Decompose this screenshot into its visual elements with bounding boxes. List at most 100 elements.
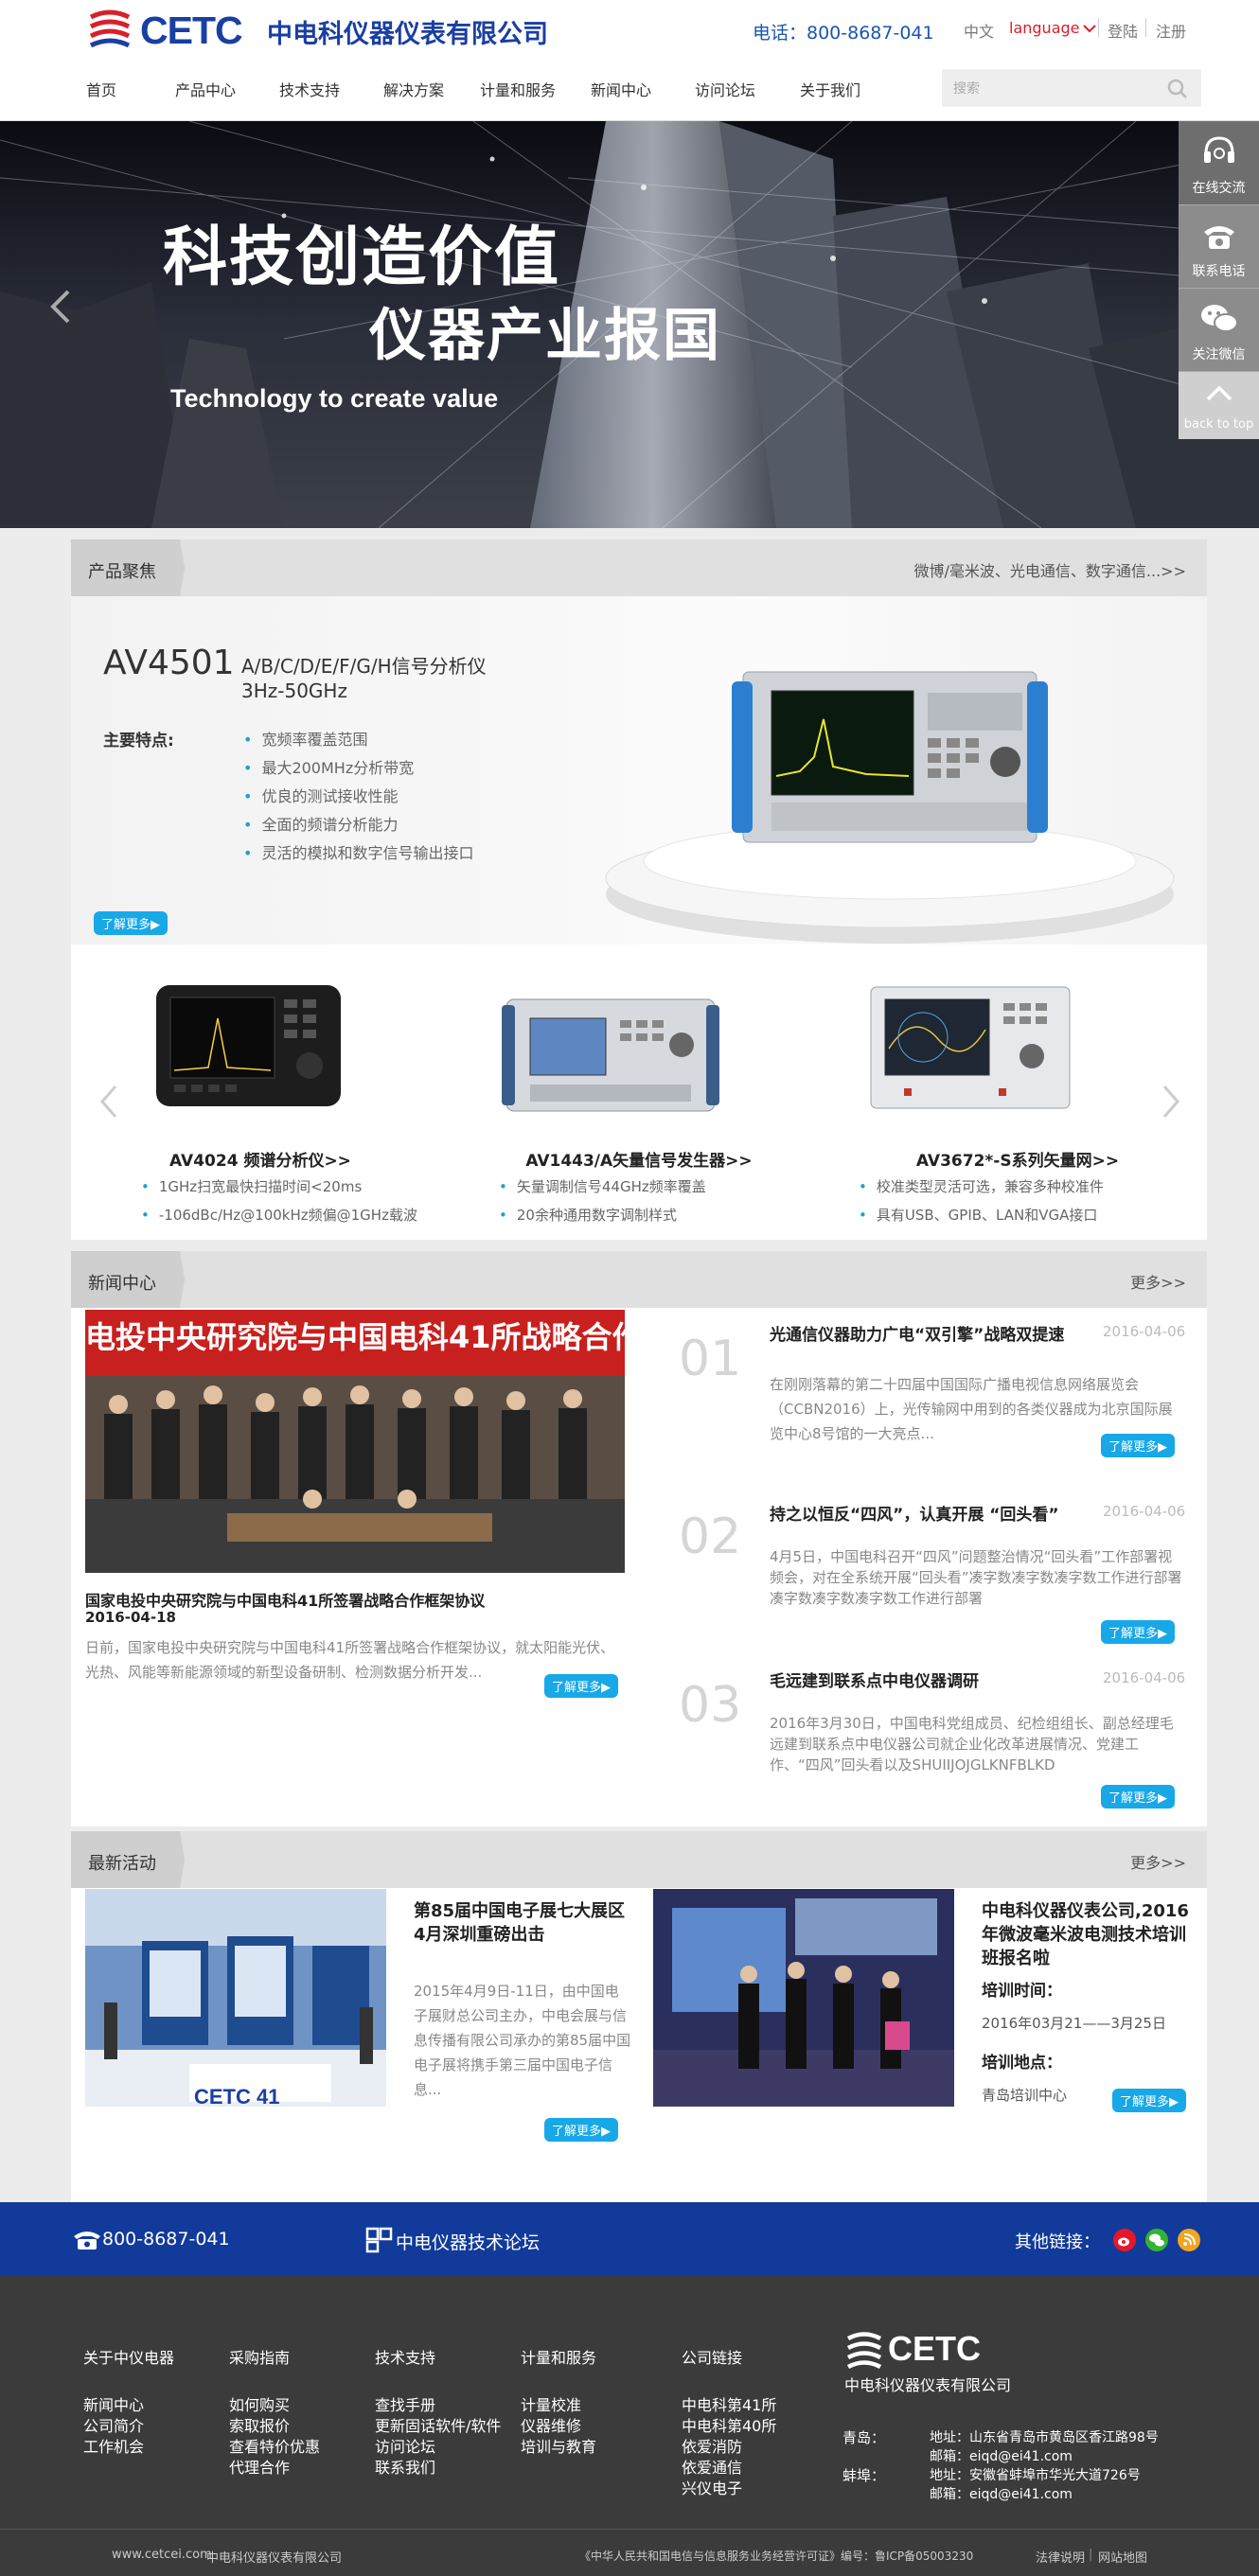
back-to-top-button[interactable]: back to top <box>1179 371 1259 439</box>
footer-link[interactable]: 如何购买 <box>229 2395 320 2416</box>
footer-sitemap-link[interactable]: 网站地图 <box>1098 2548 1147 2566</box>
footer-link[interactable]: 公司简介 <box>83 2416 174 2437</box>
learn-more-button[interactable]: 了解更多▶ <box>1101 1785 1175 1808</box>
bengbu-email[interactable]: 邮箱：eiqd@ei41.com <box>930 2484 1073 2503</box>
news-item-title[interactable]: 毛远建到联系点中电仪器调研 <box>770 1667 979 1691</box>
footer-link[interactable]: 依爱通信 <box>682 2458 776 2479</box>
bengbu-address: 地址：安徽省蚌埠市华光大道726号 <box>930 2468 1141 2483</box>
news-index: 03 <box>679 1677 742 1734</box>
news-more-link[interactable]: 更多>> <box>1130 1270 1186 1293</box>
nav-home[interactable]: 首页 <box>86 78 116 100</box>
footer-forum-link[interactable]: 中电仪器技术论坛 <box>396 2229 540 2254</box>
footer-link[interactable]: 中电科第40所 <box>682 2416 776 2437</box>
footer-link[interactable]: 索取报价 <box>229 2416 320 2437</box>
event-expo-photo[interactable] <box>85 1889 386 2107</box>
nav-products[interactable]: 产品中心 <box>175 78 236 100</box>
sidebar-phone[interactable]: 联系电话 <box>1179 204 1259 288</box>
qingdao-email[interactable]: 邮箱：eiqd@ei41.com <box>930 2446 1073 2465</box>
footer-link[interactable]: 联系我们 <box>375 2458 501 2479</box>
carousel-product-title[interactable]: AV3672*-S系列矢量网>> <box>828 1147 1207 1171</box>
language-dropdown[interactable]: language <box>1009 19 1096 37</box>
footer-link[interactable]: 计量校准 <box>521 2395 596 2416</box>
event-time: 2016年03月21——3月25日 <box>982 2015 1166 2032</box>
event-title[interactable]: 第85届中国电子展七大展区4月深圳重磅出击 <box>414 1899 631 1947</box>
footer-license: 《中华人民共和国电信与信息服务业务经营许可证》编号：鲁ICP备05003230 <box>579 2550 974 2563</box>
cetc-logo-icon[interactable] <box>87 9 133 47</box>
carousel-bullet: 矢量调制信号44GHz频率覆盖 <box>499 1176 706 1196</box>
nav-solutions[interactable]: 解决方案 <box>383 78 444 100</box>
footer-link[interactable]: 新闻中心 <box>83 2395 174 2416</box>
footer-col-heading: 计量和服务 <box>521 2349 597 2367</box>
events-more-link[interactable]: 更多>> <box>1130 1850 1186 1873</box>
news-item-title[interactable]: 持之以恒反“四风”，认真开展 “回头看” <box>770 1501 1059 1525</box>
footer-link[interactable]: 更新固话软件/软件 <box>375 2416 501 2437</box>
search-placeholder: 搜索 <box>953 81 980 97</box>
rss-icon[interactable] <box>1178 2229 1200 2251</box>
av3672-image <box>870 986 1071 1109</box>
footer-divider-bar: | <box>1089 2548 1093 2562</box>
footer-link[interactable]: 兴仪电子 <box>682 2479 776 2499</box>
sidebar-online-chat[interactable]: 在线交流 <box>1179 121 1259 204</box>
carousel-prev-icon[interactable] <box>99 1085 118 1119</box>
footer-link[interactable]: 依爱消防 <box>682 2437 776 2458</box>
footer-legal-link[interactable]: 法律说明 <box>1036 2548 1085 2566</box>
learn-more-button[interactable]: 了解更多▶ <box>1101 1620 1175 1644</box>
chevron-down-icon <box>1082 25 1096 33</box>
chevron-up-icon <box>1206 385 1232 401</box>
footer-link[interactable]: 中电科第41所 <box>682 2395 776 2416</box>
sidebar-wechat[interactable]: 关注微信 <box>1179 288 1259 371</box>
search-input[interactable]: 搜索 <box>942 69 1201 107</box>
footer-col-purchase: 采购指南 如何购买 索取报价 查看特价优惠 代理合作 <box>229 2348 320 2479</box>
learn-more-button[interactable]: 了解更多▶ <box>1101 1434 1175 1457</box>
feature-news-date: 2016-04-18 <box>85 1609 176 1626</box>
footer-logo-text: CETC <box>888 2329 981 2368</box>
feature-item: 灵活的模拟和数字信号输出接口 <box>243 840 473 863</box>
footer-link[interactable]: 查看特价优惠 <box>229 2437 320 2458</box>
news-index: 01 <box>679 1331 742 1387</box>
logo-text-cn[interactable]: 中电科仪器仪表有限公司 <box>267 13 548 50</box>
carousel-product-title[interactable]: AV4024 频谱分析仪>> <box>71 1147 450 1171</box>
footer-link[interactable]: 代理合作 <box>229 2458 320 2479</box>
lang-chinese-link[interactable]: 中文 <box>964 19 994 42</box>
footer-link[interactable]: 查找手册 <box>375 2395 501 2416</box>
feature-item: 优良的测试接收性能 <box>243 784 398 806</box>
logo-text-en[interactable]: CETC <box>140 9 243 53</box>
feature-item: 全面的频谱分析能力 <box>243 812 398 835</box>
event-body: 2015年4月9日-11日，由中国电子展财总公司主办，中电会展与信息传播有限公司… <box>414 1983 631 2098</box>
register-link[interactable]: 注册 <box>1156 19 1186 42</box>
carousel-product-title[interactable]: AV1443/A矢量信号发生器>> <box>450 1147 828 1171</box>
footer-site-url[interactable]: www.cetcei.com <box>112 2548 212 2562</box>
news-item-title[interactable]: 光通信仪器助力广电“双引擎”战略双提速 <box>770 1321 1064 1345</box>
nav-about[interactable]: 关于我们 <box>800 78 860 100</box>
cetc-logo-icon <box>846 2332 882 2369</box>
hero-banner: 科技创造价值 仪器产业报国 Technology to create value <box>0 121 1259 528</box>
wechat-icon[interactable] <box>1145 2229 1168 2251</box>
feature-news-title[interactable]: 国家电投中央研究院与中国电科41所签署战略合作框架协议 <box>85 1588 634 1611</box>
footer-copyright: 中电科仪器仪表有限公司 <box>206 2551 343 2566</box>
nav-support[interactable]: 技术支持 <box>279 78 340 100</box>
divider <box>1098 18 1099 37</box>
footer-link[interactable]: 工作机会 <box>83 2437 174 2458</box>
footer-link[interactable]: 访问论坛 <box>375 2437 501 2458</box>
learn-more-button[interactable]: 了解更多▶ <box>94 911 168 935</box>
nav-metrology[interactable]: 计量和服务 <box>480 78 556 100</box>
learn-more-button[interactable]: 了解更多▶ <box>544 2118 618 2142</box>
learn-more-button[interactable]: 了解更多▶ <box>1112 2089 1186 2112</box>
footer-col-heading: 技术支持 <box>375 2349 436 2367</box>
weibo-icon[interactable] <box>1113 2229 1136 2251</box>
event-place-label: 培训地点： <box>982 2054 1062 2073</box>
product-more-link[interactable]: 微博/毫米波、光电通信、数字通信...>> <box>914 558 1186 581</box>
nav-forum[interactable]: 访问论坛 <box>695 78 755 100</box>
nav-news[interactable]: 新闻中心 <box>591 78 651 100</box>
footer-link[interactable]: 仪器维修 <box>521 2416 596 2437</box>
footer-link[interactable]: 培训与教育 <box>521 2437 596 2458</box>
signal-analyzer-image <box>605 671 1175 944</box>
search-icon[interactable] <box>1167 79 1188 99</box>
carousel-next-icon[interactable] <box>1161 1085 1180 1119</box>
carousel-bullet: 具有USB、GPIB、LAN和VGA接口 <box>859 1205 1098 1225</box>
login-link[interactable]: 登陆 <box>1108 19 1138 42</box>
learn-more-button[interactable]: 了解更多▶ <box>544 1674 618 1698</box>
event-training-photo[interactable] <box>653 1889 954 2107</box>
event-title[interactable]: 中电科仪器仪表公司,2016年微波毫米波电测技术培训班报名啦 <box>982 1899 1195 1970</box>
footer-company-name: 中电科仪器仪表有限公司 <box>844 2376 1012 2394</box>
